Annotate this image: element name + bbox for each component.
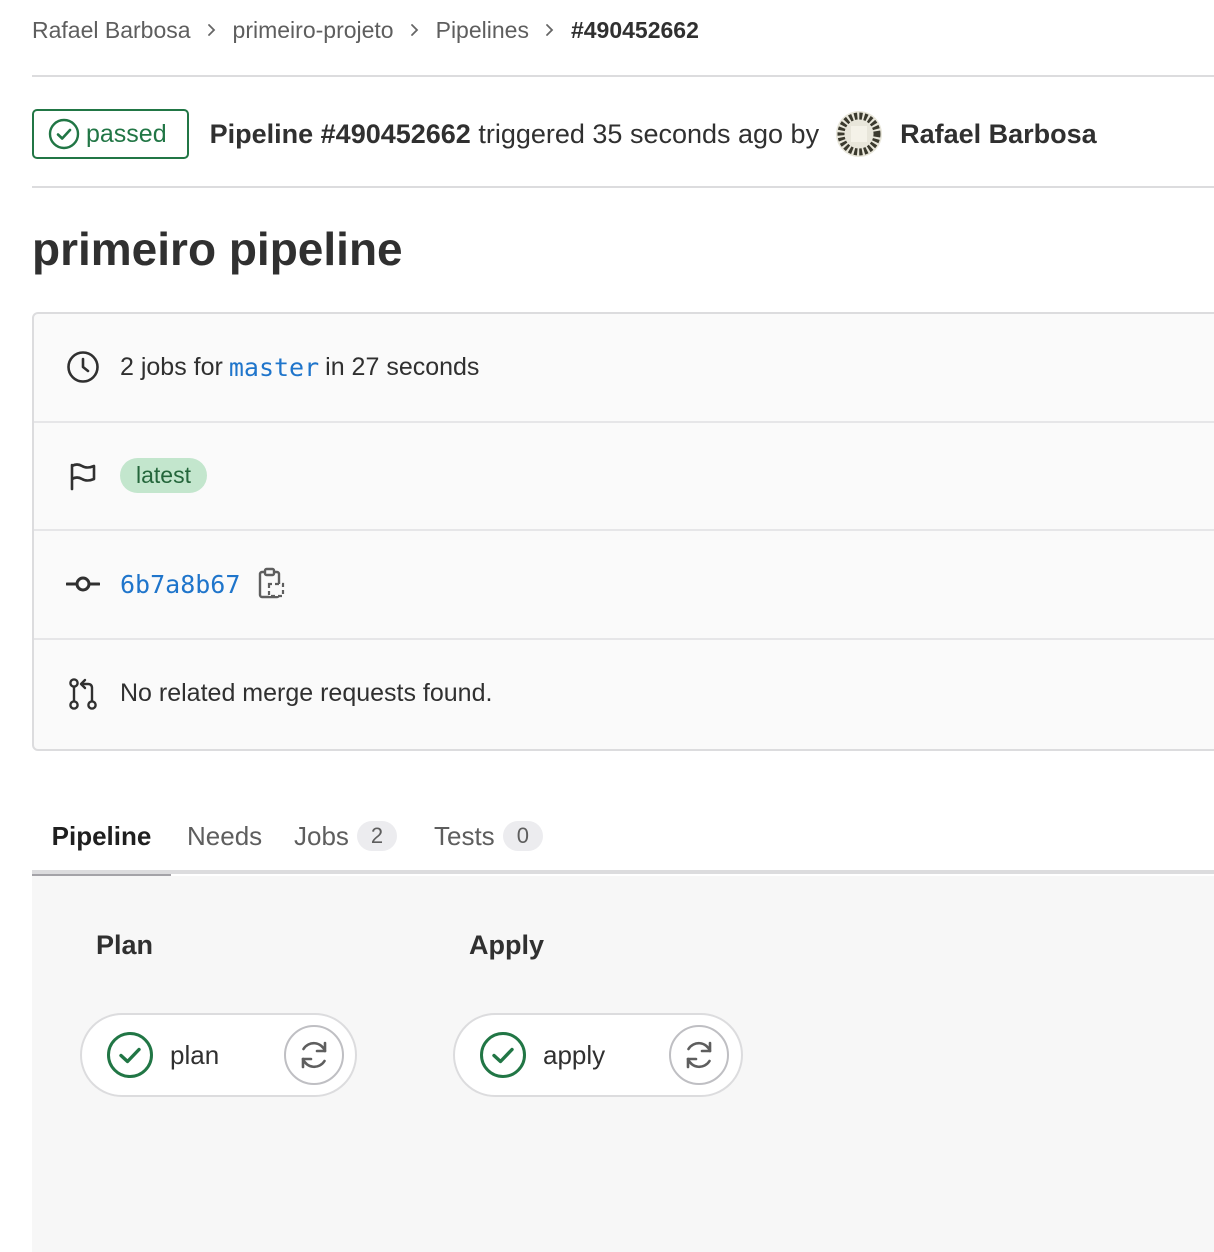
pipeline-label: Pipeline #490452662	[209, 118, 471, 149]
info-row-merge-requests: No related merge requests found.	[34, 640, 1214, 749]
job-apply[interactable]: apply	[453, 1013, 743, 1097]
breadcrumb-pipeline-id[interactable]: #490452662	[571, 17, 699, 44]
jobs-count-badge: 2	[356, 821, 398, 851]
breadcrumb-project[interactable]: primeiro-projeto	[233, 17, 394, 44]
status-label: passed	[86, 119, 167, 148]
info-row-duration: 2 jobs for master in 27 seconds	[34, 314, 1214, 423]
check-circle-icon	[48, 118, 80, 150]
jobs-summary: 2 jobs for master in 27 seconds	[120, 353, 479, 382]
branch-link[interactable]: master	[229, 353, 319, 382]
retry-job-button[interactable]	[284, 1025, 344, 1085]
pipeline-summary: Pipeline #490452662 triggered 35 seconds…	[210, 119, 819, 150]
pipeline-tabs: Pipeline Needs Jobs 2 Tests 0	[32, 798, 1214, 878]
stage-title-plan: Plan	[96, 930, 154, 960]
divider	[32, 75, 1214, 77]
jobs-prefix: 2 jobs for	[120, 352, 223, 381]
latest-badge: latest	[120, 458, 207, 494]
triggered-text: triggered 35 seconds ago by	[478, 118, 820, 149]
tab-needs-label: Needs	[187, 820, 263, 851]
tab-pipeline-label: Pipeline	[51, 820, 152, 851]
tab-needs[interactable]: Needs	[187, 798, 262, 874]
tab-jobs[interactable]: Jobs 2	[294, 798, 398, 874]
pipeline-header: passed Pipeline #490452662 triggered 35 …	[32, 108, 1097, 160]
tab-tests[interactable]: Tests 0	[434, 798, 543, 874]
breadcrumb: Rafael Barbosa primeiro-projeto Pipeline…	[32, 14, 699, 46]
chevron-right-icon	[410, 23, 420, 37]
status-badge[interactable]: passed	[32, 109, 189, 159]
jobs-suffix: in 27 seconds	[325, 352, 480, 381]
success-status-icon	[107, 1032, 153, 1078]
author-name[interactable]: Rafael Barbosa	[900, 119, 1097, 150]
avatar[interactable]	[835, 110, 883, 158]
stage-title-apply: Apply	[469, 930, 545, 960]
page-title: primeiro pipeline	[32, 223, 403, 275]
info-row-commit: 6b7a8b67	[34, 531, 1214, 640]
commit-sha-link[interactable]: 6b7a8b67	[120, 570, 240, 599]
retry-icon	[686, 1041, 712, 1069]
job-name-plan: plan	[170, 1040, 220, 1070]
tab-tests-label: Tests	[434, 820, 495, 851]
tab-pipeline[interactable]: Pipeline	[32, 798, 171, 878]
chevron-right-icon	[545, 23, 555, 37]
divider	[32, 186, 1214, 188]
commit-icon	[66, 567, 100, 601]
clock-icon	[66, 350, 100, 384]
pipeline-graph: Plan Apply plan apply	[32, 876, 1214, 1252]
merge-requests-text: No related merge requests found.	[120, 679, 493, 708]
merge-request-icon	[66, 677, 100, 711]
job-plan[interactable]: plan	[80, 1013, 357, 1097]
tests-count-badge: 0	[502, 821, 543, 851]
breadcrumb-pipelines[interactable]: Pipelines	[436, 17, 529, 44]
chevron-right-icon	[207, 23, 217, 37]
info-row-tags: latest	[34, 423, 1214, 531]
success-status-icon	[480, 1032, 526, 1078]
retry-icon	[301, 1041, 327, 1069]
retry-job-button[interactable]	[669, 1025, 729, 1085]
job-name-apply: apply	[543, 1040, 606, 1070]
breadcrumb-user[interactable]: Rafael Barbosa	[32, 17, 191, 44]
flag-icon	[66, 459, 100, 493]
tab-jobs-label: Jobs	[294, 820, 349, 851]
copy-icon[interactable]	[258, 567, 286, 601]
pipeline-info-card: 2 jobs for master in 27 seconds latest 6…	[32, 312, 1214, 751]
